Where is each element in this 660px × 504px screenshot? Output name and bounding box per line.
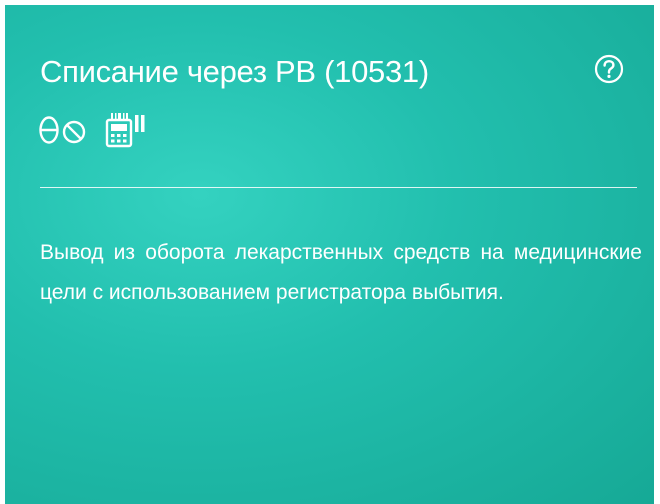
card-title: Списание через РВ (10531) <box>40 54 429 89</box>
help-icon[interactable] <box>594 54 624 84</box>
card-icons-row <box>38 112 146 148</box>
operation-card[interactable]: Списание через РВ (10531) Вывод из оборо… <box>5 5 654 504</box>
card-divider <box>40 187 637 188</box>
drug-icon <box>39 116 86 144</box>
card-frame: Списание через РВ (10531) Вывод из оборо… <box>0 0 660 504</box>
card-description: Вывод из оборота лекарственных средств н… <box>40 241 642 304</box>
scanner-icon <box>105 113 145 148</box>
